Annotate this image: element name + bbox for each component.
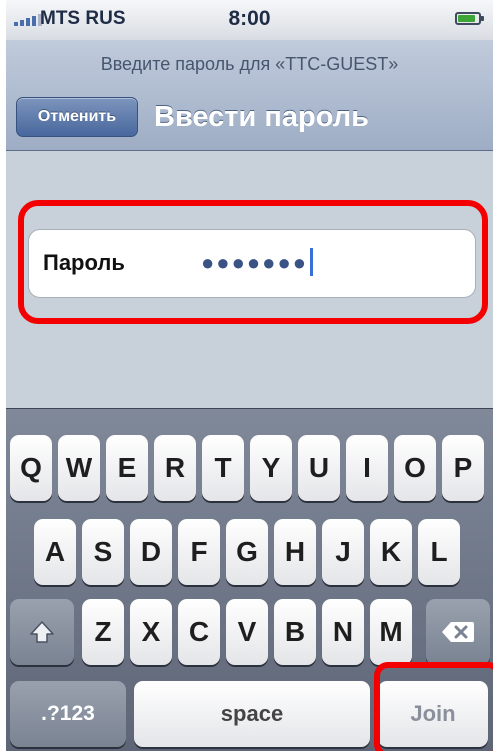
numbers-mode-key[interactable]: .?123 (10, 681, 126, 747)
key-x[interactable]: X (130, 599, 172, 665)
status-bar: MTS RUS 8:00 (6, 0, 493, 41)
key-s[interactable]: S (82, 519, 124, 585)
key-r[interactable]: R (154, 435, 196, 501)
key-p[interactable]: P (442, 435, 484, 501)
key-w[interactable]: W (58, 435, 100, 501)
backspace-icon (442, 622, 474, 642)
key-y[interactable]: Y (250, 435, 292, 501)
key-h[interactable]: H (274, 519, 316, 585)
key-e[interactable]: E (106, 435, 148, 501)
status-time: 8:00 (228, 7, 271, 30)
key-v[interactable]: V (226, 599, 268, 665)
page-title: Ввести пароль (154, 101, 369, 133)
key-k[interactable]: K (370, 519, 412, 585)
key-g[interactable]: G (226, 519, 268, 585)
shift-key[interactable] (10, 599, 74, 665)
battery-icon (455, 12, 484, 25)
navigation-bar: Введите пароль для «TTC-GUEST» Отменить … (6, 40, 493, 151)
key-l[interactable]: L (418, 519, 460, 585)
shift-arrow-icon (30, 621, 54, 643)
key-i[interactable]: I (346, 435, 388, 501)
key-a[interactable]: A (34, 519, 76, 585)
key-d[interactable]: D (130, 519, 172, 585)
cancel-button[interactable]: Отменить (16, 97, 138, 137)
key-q[interactable]: Q (10, 435, 52, 501)
join-highlight-frame (374, 662, 493, 751)
password-highlight-frame (18, 200, 488, 324)
space-key[interactable]: space (134, 681, 370, 747)
key-b[interactable]: B (274, 599, 316, 665)
key-n[interactable]: N (322, 599, 364, 665)
phone-screen: MTS RUS 8:00 Введите пароль для «TTC-GUE… (6, 0, 493, 751)
key-t[interactable]: T (202, 435, 244, 501)
key-c[interactable]: C (178, 599, 220, 665)
key-z[interactable]: Z (82, 599, 124, 665)
form-area: Пароль ●●●●●●● (6, 151, 493, 408)
key-j[interactable]: J (322, 519, 364, 585)
key-m[interactable]: M (370, 599, 412, 665)
key-o[interactable]: O (394, 435, 436, 501)
password-prompt: Введите пароль для «TTC-GUEST» (100, 54, 399, 74)
delete-key[interactable] (426, 599, 490, 665)
key-u[interactable]: U (298, 435, 340, 501)
battery-level (458, 15, 475, 22)
key-f[interactable]: F (178, 519, 220, 585)
